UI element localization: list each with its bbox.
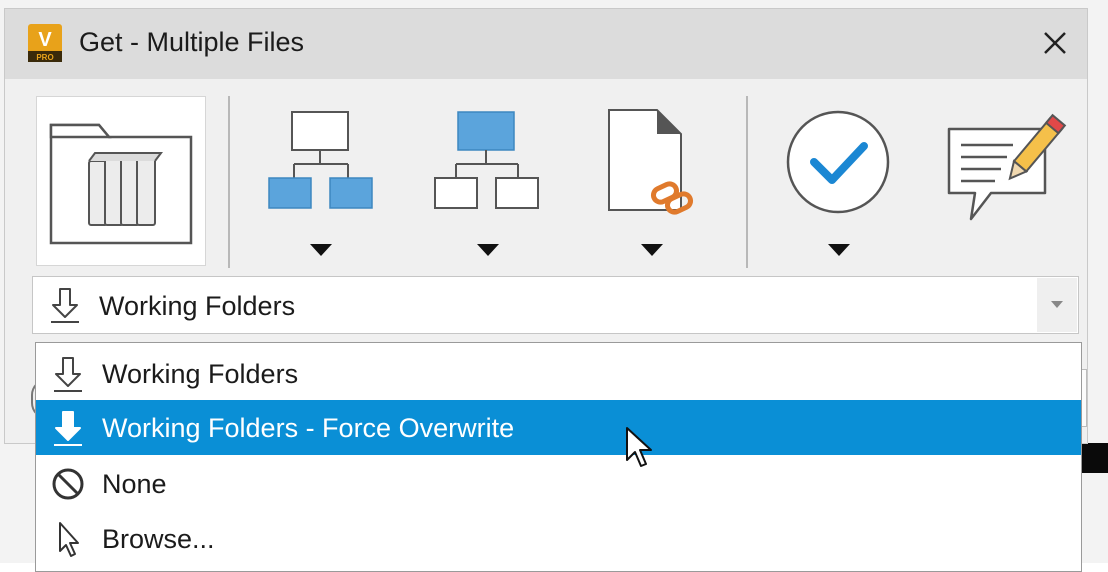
download-arrow-bold-icon	[54, 411, 82, 446]
combobox-dropdown-button[interactable]	[1037, 278, 1077, 332]
parents-hierarchy-icon	[434, 111, 539, 209]
option-label: None	[102, 469, 167, 499]
option-label: Browse...	[102, 524, 215, 554]
children-hierarchy-icon	[268, 111, 373, 209]
title-bar: V PRO Get - Multiple Files	[5, 9, 1087, 79]
close-icon[interactable]	[1033, 21, 1077, 65]
background-window-edge	[1080, 443, 1108, 473]
pointer-icon	[59, 522, 79, 557]
option-working-folders-force-overwrite[interactable]: Working Folders - Force Overwrite	[36, 400, 1081, 455]
app-logo-letter: V	[38, 29, 52, 51]
option-none[interactable]: None	[36, 456, 1081, 511]
vault-app-icon: V PRO	[28, 24, 62, 62]
folder-files-icon	[49, 123, 193, 245]
parents-button[interactable]	[426, 104, 546, 269]
toolbar-separator	[746, 96, 748, 268]
option-working-folders[interactable]: Working Folders	[36, 346, 1081, 401]
comment-pencil-icon	[947, 113, 1067, 221]
chevron-down-icon	[477, 244, 499, 256]
file-link-icon	[608, 109, 694, 215]
prohibited-icon	[52, 468, 84, 500]
select-button[interactable]	[778, 104, 898, 269]
chevron-down-icon	[310, 244, 332, 256]
toolbar-separator	[228, 96, 230, 268]
combobox-value: Working Folders	[99, 291, 296, 321]
comment-button[interactable]	[941, 101, 1071, 231]
children-button[interactable]	[260, 104, 380, 269]
option-label: Working Folders	[102, 359, 299, 389]
chevron-down-icon	[1051, 301, 1063, 308]
checkmark-circle-icon	[786, 110, 890, 214]
attachments-button[interactable]	[595, 104, 715, 269]
download-arrow-icon	[54, 357, 82, 392]
option-browse[interactable]: Browse...	[36, 511, 1081, 566]
chevron-down-icon	[641, 244, 663, 256]
get-option-dropdown-list: Working Folders Working Folders - Force …	[35, 342, 1082, 572]
chevron-down-icon	[828, 244, 850, 256]
option-label: Working Folders - Force Overwrite	[102, 413, 515, 443]
window-title: Get - Multiple Files	[79, 27, 305, 57]
app-logo-subtext: PRO	[36, 53, 53, 62]
get-option-combobox[interactable]: Working Folders	[32, 276, 1079, 334]
get-files-button[interactable]	[36, 96, 206, 266]
download-arrow-icon	[51, 288, 79, 323]
